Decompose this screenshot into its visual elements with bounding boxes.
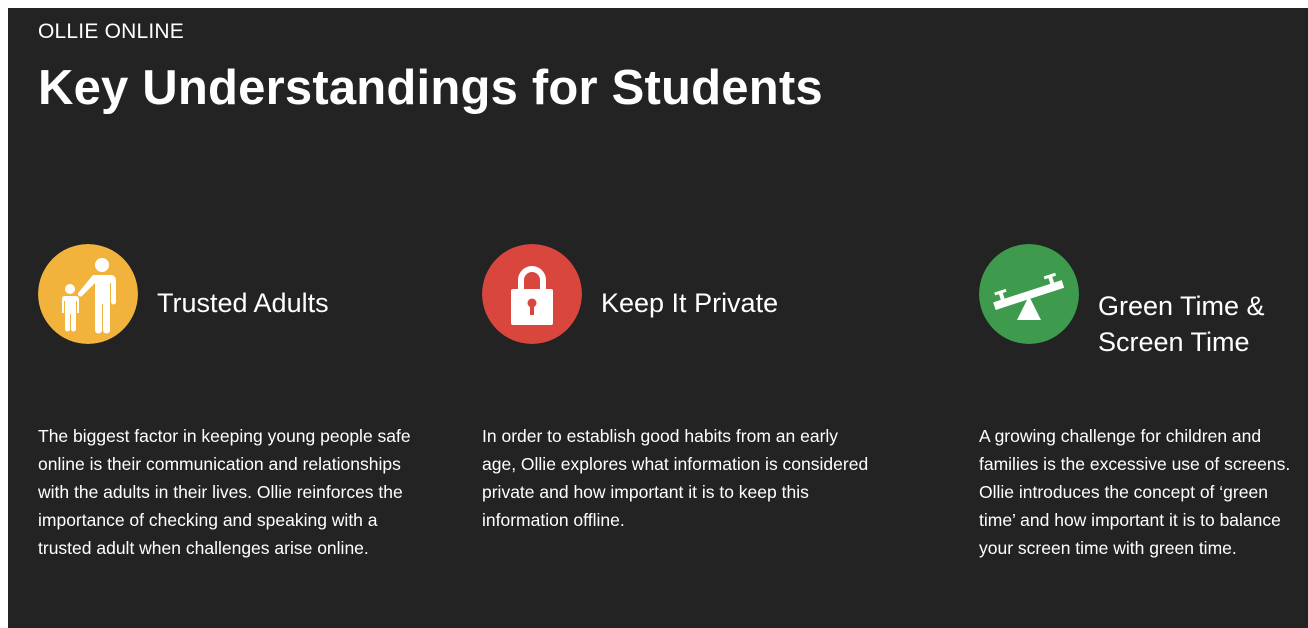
card-description: A growing challenge for children and fam… [979,426,1291,558]
card-title: Keep It Private [601,288,779,318]
card-description: In order to establish good habits from a… [482,426,869,530]
key-understandings-panel: OLLIE ONLINE Key Understandings for Stud… [8,8,1308,628]
section-eyebrow: OLLIE ONLINE [38,20,184,43]
page-title: Key Understandings for Students [38,61,823,115]
seesaw-icon [979,244,1079,344]
card-title: Trusted Adults [157,288,329,318]
card-description: The biggest factor in keeping young peop… [38,426,411,558]
trusted-adults-icon [38,244,138,344]
card-title: Green Time & Screen Time [1098,291,1265,357]
padlock-icon [482,244,582,344]
